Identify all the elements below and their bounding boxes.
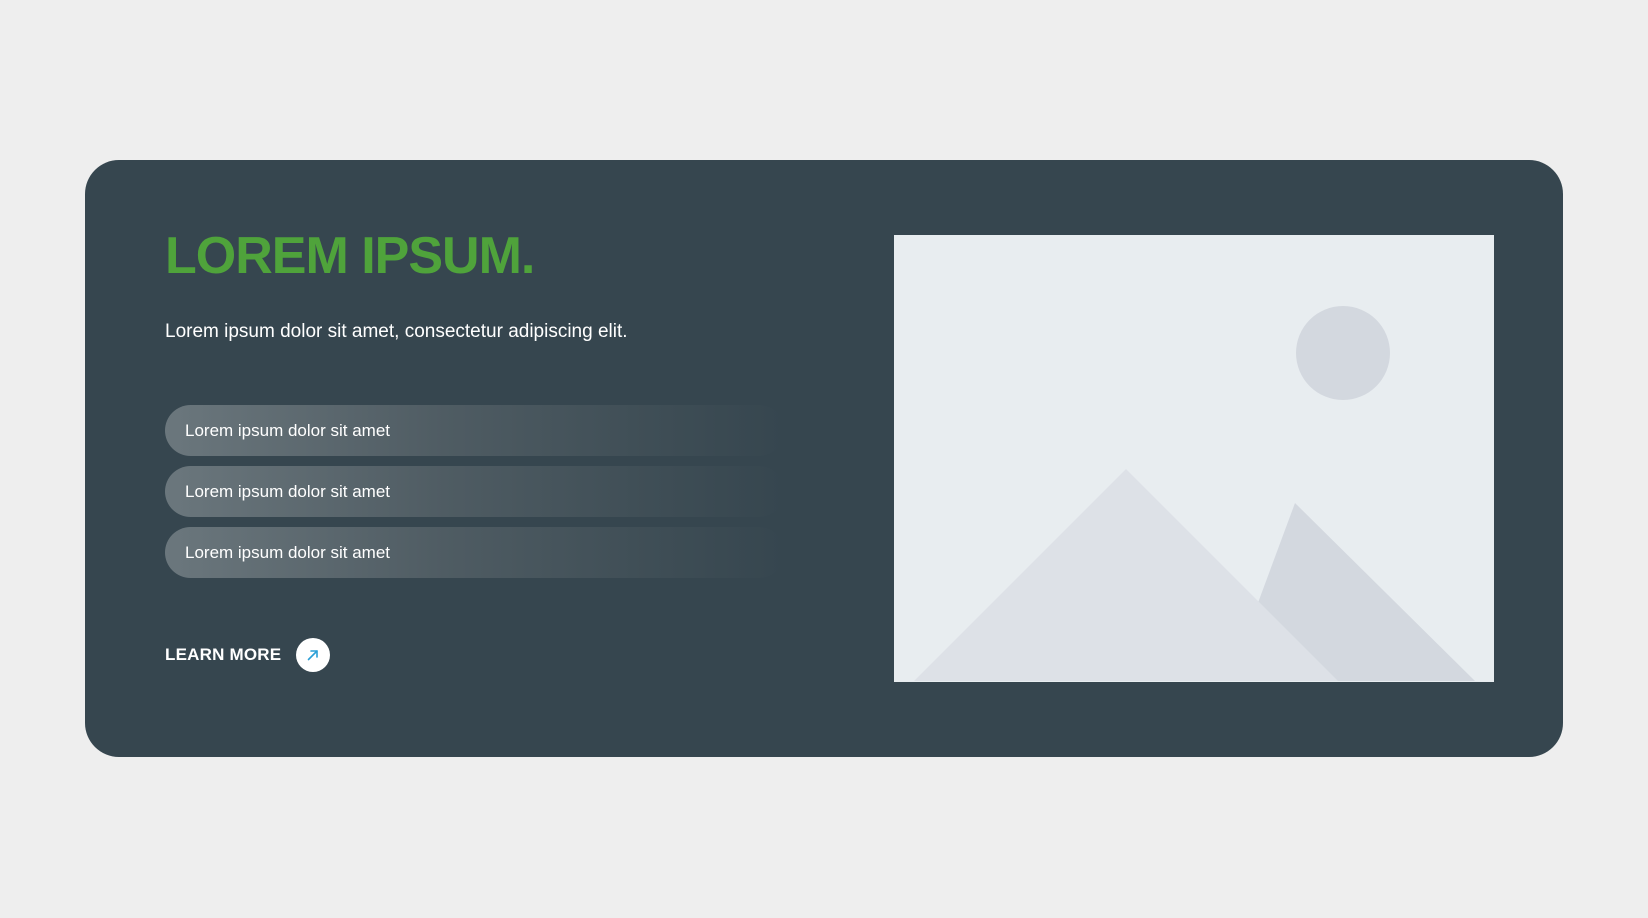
- image-placeholder: [894, 235, 1494, 682]
- hero-subtitle: Lorem ipsum dolor sit amet, consectetur …: [165, 321, 628, 342]
- feature-item: Lorem ipsum dolor sit amet: [165, 405, 785, 456]
- learn-more-label: LEARN MORE: [165, 645, 282, 664]
- feature-list: Lorem ipsum dolor sit amet Lorem ipsum d…: [165, 405, 785, 588]
- hero-title: LOREM IPSUM.: [165, 227, 535, 285]
- learn-more-link[interactable]: LEARN MORE: [165, 638, 331, 672]
- feature-item: Lorem ipsum dolor sit amet: [165, 527, 785, 578]
- arrow-up-right-icon[interactable]: [296, 638, 331, 672]
- hero-card: LOREM IPSUM. Lorem ipsum dolor sit amet,…: [85, 160, 1563, 757]
- feature-item-label: Lorem ipsum dolor sit amet: [185, 542, 391, 562]
- feature-item-label: Lorem ipsum dolor sit amet: [185, 481, 391, 501]
- feature-item: Lorem ipsum dolor sit amet: [165, 466, 785, 517]
- feature-item-label: Lorem ipsum dolor sit amet: [185, 420, 391, 440]
- image-placeholder-icon: [914, 306, 1475, 681]
